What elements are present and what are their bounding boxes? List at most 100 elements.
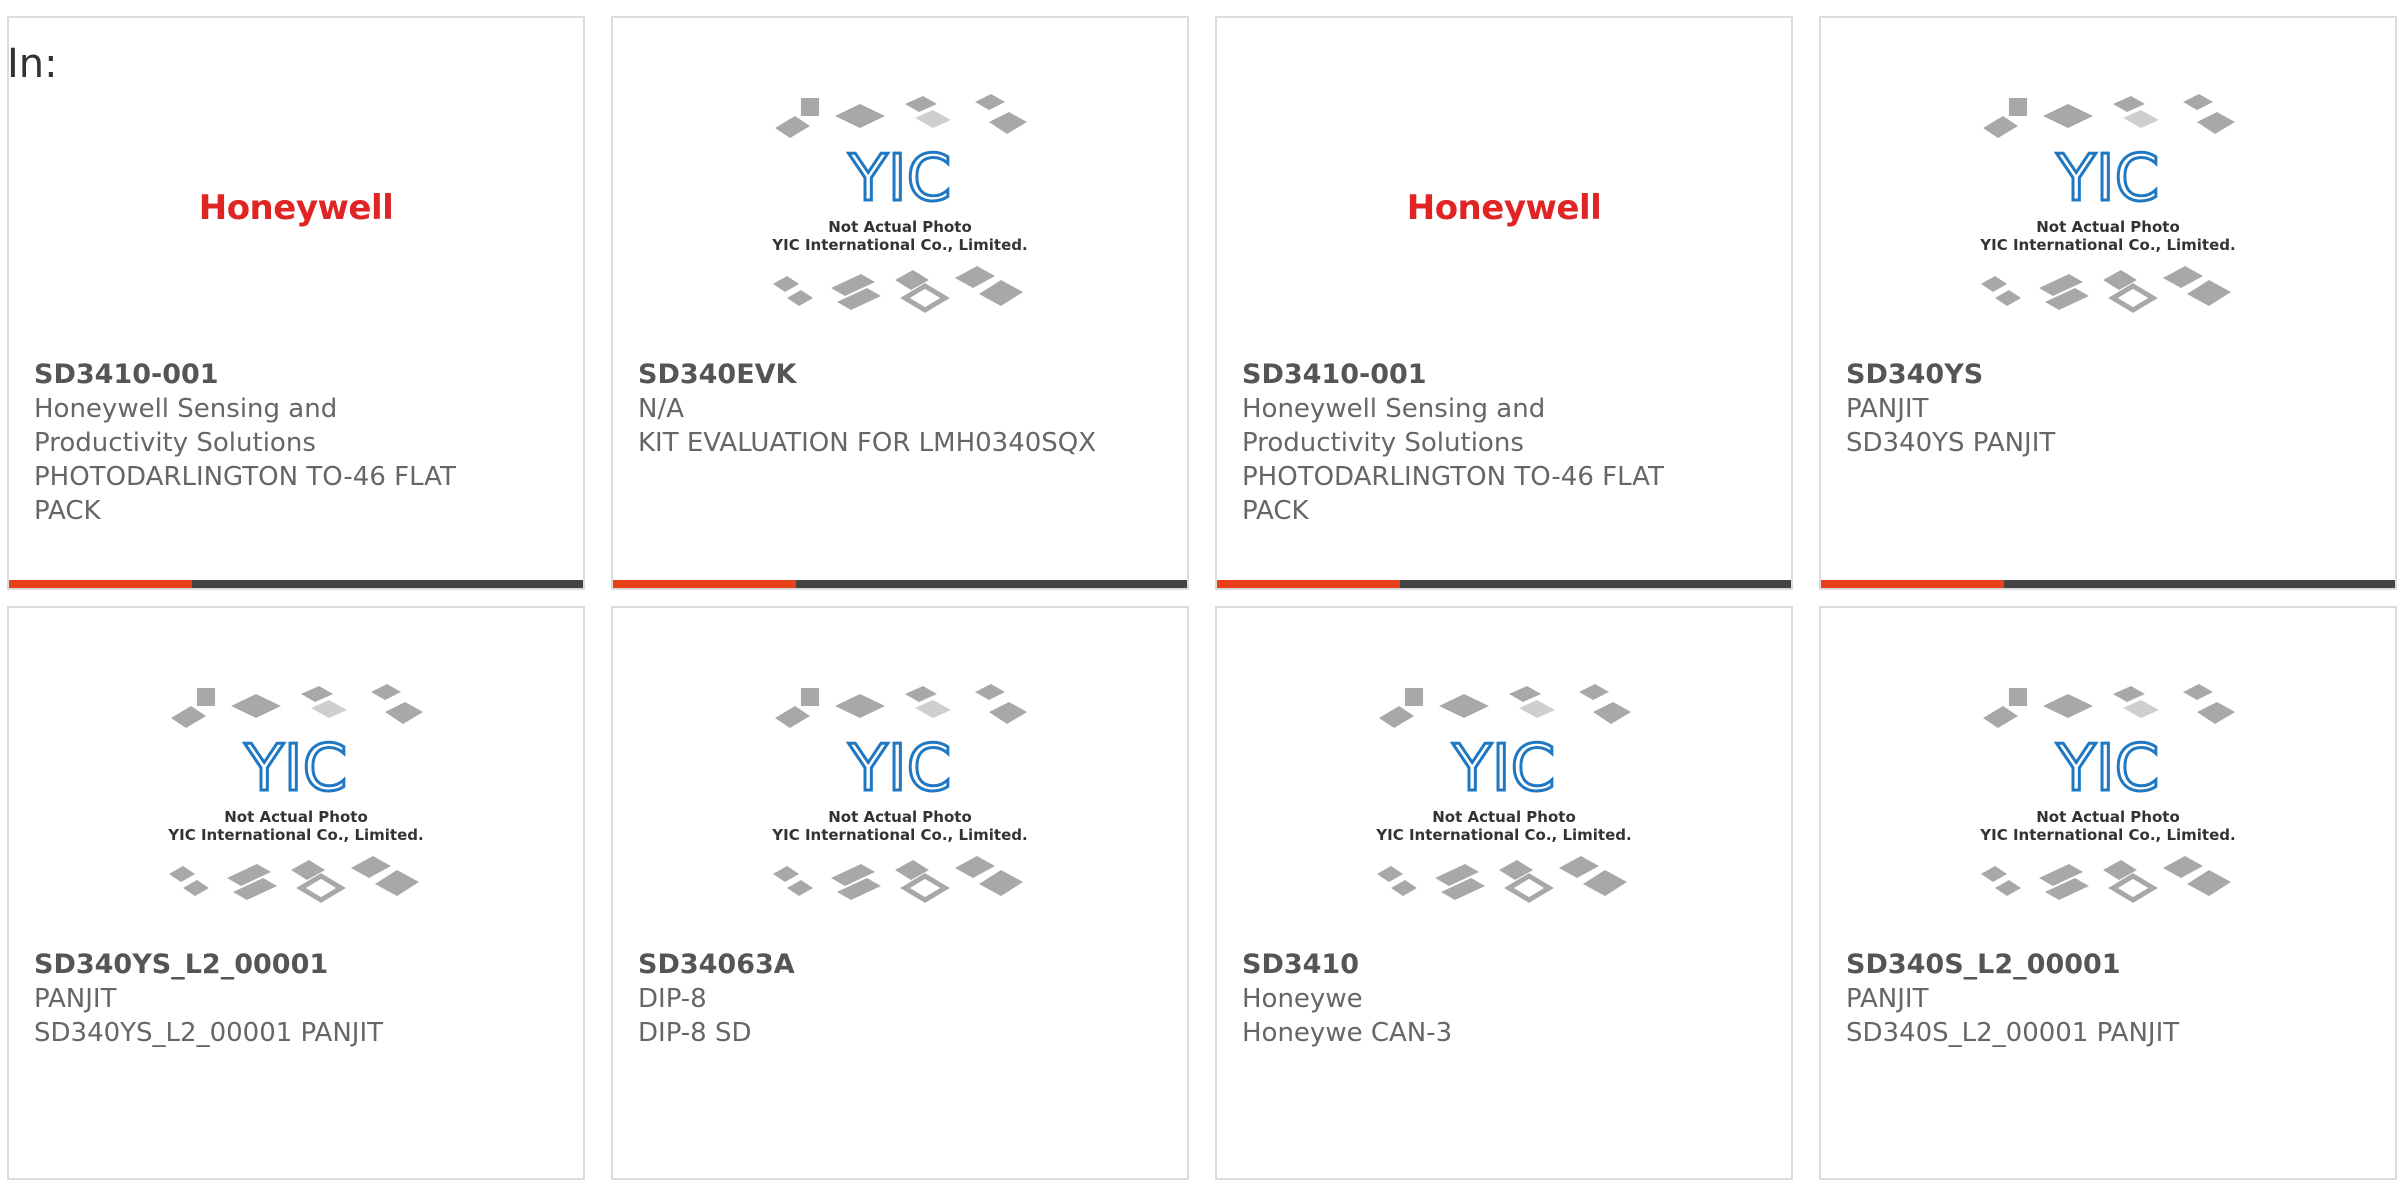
yic-logo-icon: YIC: [244, 732, 348, 806]
yic-logo-icon: YIC: [2056, 142, 2160, 216]
product-thumbnail[interactable]: YIC Not Actual Photo YIC International Co.…: [1821, 58, 2395, 358]
product-thumbnail[interactable]: YIC Not Actual Photo YIC International Co.…: [1217, 648, 1791, 948]
placeholder-caption-line1: Not Actual Photo: [2036, 808, 2180, 826]
part-number[interactable]: SD34063A: [638, 948, 1167, 982]
product-card[interactable]: Honeywell SD3410-001 Honeywell Sensing a…: [1215, 16, 1793, 590]
description: SD340YS_L2_00001 PANJIT: [34, 1018, 384, 1048]
product-card[interactable]: YIC Not Actual Photo YIC International Co.…: [1819, 606, 2397, 1180]
part-number[interactable]: SD3410-001: [1242, 358, 1771, 392]
chip-icon: [2043, 104, 2093, 128]
yic-logo-icon: YIC: [1452, 732, 1556, 806]
chip-icon: [2187, 870, 2231, 896]
yic-placeholder-image: YIC Not Actual PhotoYIC International Co.…: [1979, 94, 2236, 313]
placeholder-caption-line2: YIC International Co., Limited.: [1375, 826, 1631, 844]
product-thumbnail[interactable]: YIC Not Actual Photo YIC International Co.…: [613, 58, 1187, 358]
part-number[interactable]: SD3410-001: [34, 358, 563, 392]
manufacturer: PANJIT: [1846, 984, 1929, 1014]
chip-icon: [375, 870, 419, 896]
chip-icon: [311, 700, 347, 718]
chip-icon: [1405, 688, 1423, 706]
manufacturer: Honeywell Sensing and Productivity Solut…: [34, 394, 338, 458]
description: DIP-8 SD: [638, 1018, 752, 1048]
placeholder-caption-line2: YIC International Co., Limited.: [1979, 236, 2235, 254]
card-footer-bar: [1821, 580, 2395, 588]
manufacturer: Honeywe: [1242, 984, 1363, 1014]
search-prefix-label: In:: [7, 41, 58, 87]
chip-icon: [835, 694, 885, 718]
chip-icon: [2113, 96, 2145, 112]
product-card[interactable]: YIC Not Actual Photo YIC International Co.…: [611, 606, 1189, 1180]
placeholder-caption-line1: Not Actual Photo: [828, 808, 972, 826]
chip-icon: [1995, 880, 2021, 896]
chip-icon: [371, 684, 401, 700]
description: PHOTODARLINGTON TO-46 FLAT PACK: [1242, 462, 1664, 526]
placeholder-caption-line1: Not Actual Photo: [224, 808, 368, 826]
yic-placeholder-image: YIC Not Actual PhotoYIC International Co.…: [771, 684, 1028, 903]
chip-icon: [955, 266, 995, 288]
chip-icon: [2123, 110, 2159, 128]
chip-icon: [351, 856, 391, 878]
chip-icon: [773, 276, 799, 292]
product-card[interactable]: YIC Not Actual Photo YIC International Co.…: [1819, 16, 2397, 590]
chip-icon: [1583, 870, 1627, 896]
chip-icon: [1995, 290, 2021, 306]
product-card[interactable]: YIC Not Actual Photo YIC International Co.…: [7, 606, 585, 1180]
chip-icon: [2197, 112, 2235, 134]
chip-icon: [1519, 700, 1555, 718]
placeholder-caption-line2: YIC International Co., Limited.: [167, 826, 423, 844]
product-thumbnail[interactable]: Honeywell: [9, 58, 583, 358]
chip-icon: [801, 98, 819, 116]
part-number[interactable]: SD340YS: [1846, 358, 2375, 392]
chip-icon: [1391, 880, 1417, 896]
chip-icon: [1439, 694, 1489, 718]
placeholder-caption-line2: YIC International Co., Limited.: [1979, 826, 2235, 844]
chip-icon: [2113, 686, 2145, 702]
chip-icon: [2009, 688, 2027, 706]
product-card[interactable]: Honeywell SD3410-001 Honeywell Sensing a…: [7, 16, 585, 590]
chip-icon: [787, 290, 813, 306]
chip-icon: [1983, 706, 2018, 728]
chip-icon: [975, 94, 1005, 110]
chip-icon: [775, 116, 810, 138]
description: Honeywe CAN-3: [1242, 1018, 1453, 1048]
chip-icon: [915, 700, 951, 718]
placeholder-caption-line1: Not Actual Photo: [828, 218, 972, 236]
chip-icon: [1559, 856, 1599, 878]
chip-icon: [2183, 684, 2213, 700]
chip-icon: [1983, 116, 2018, 138]
description: PHOTODARLINGTON TO-46 FLAT PACK: [34, 462, 456, 526]
description: KIT EVALUATION FOR LMH0340SQX: [638, 428, 1097, 458]
part-number[interactable]: SD340EVK: [638, 358, 1167, 392]
product-thumbnail[interactable]: YIC Not Actual Photo YIC International Co.…: [9, 648, 583, 948]
product-thumbnail[interactable]: YIC Not Actual Photo YIC International Co.…: [613, 648, 1187, 948]
chip-icon: [385, 702, 423, 724]
chip-icon: [955, 856, 995, 878]
chip-icon: [975, 684, 1005, 700]
chip-icon: [1579, 684, 1609, 700]
placeholder-caption-line1: Not Actual Photo: [1432, 808, 1576, 826]
card-footer-bar: [613, 580, 1187, 588]
card-footer-bar: [9, 580, 583, 588]
yic-logo-icon: YIC: [848, 142, 952, 216]
chip-icon: [1593, 702, 1631, 724]
yic-placeholder-image: YIC Not Actual PhotoYIC International Co.…: [1979, 684, 2236, 903]
chip-icon: [1377, 866, 1403, 882]
part-number[interactable]: SD3410: [1242, 948, 1771, 982]
chip-icon: [183, 880, 209, 896]
chip-icon: [1981, 866, 2007, 882]
part-number[interactable]: SD340S_L2_00001: [1846, 948, 2375, 982]
product-card[interactable]: YIC Not Actual Photo YIC International Co.…: [1215, 606, 1793, 1180]
manufacturer: DIP-8: [638, 984, 707, 1014]
placeholder-caption-line2: YIC International Co., Limited.: [771, 236, 1027, 254]
placeholder-caption-line1: Not Actual Photo: [2036, 218, 2180, 236]
product-thumbnail[interactable]: Honeywell: [1217, 58, 1791, 358]
chip-icon: [775, 706, 810, 728]
chip-icon: [989, 112, 1027, 134]
part-number[interactable]: SD340YS_L2_00001: [34, 948, 563, 982]
chip-icon: [989, 702, 1027, 724]
chip-icon: [787, 880, 813, 896]
yic-logo-icon: YIC: [848, 732, 952, 806]
chip-icon: [979, 280, 1023, 306]
product-thumbnail[interactable]: YIC Not Actual Photo YIC International Co.…: [1821, 648, 2395, 948]
product-card[interactable]: YIC Not Actual Photo YIC International Co.…: [611, 16, 1189, 590]
